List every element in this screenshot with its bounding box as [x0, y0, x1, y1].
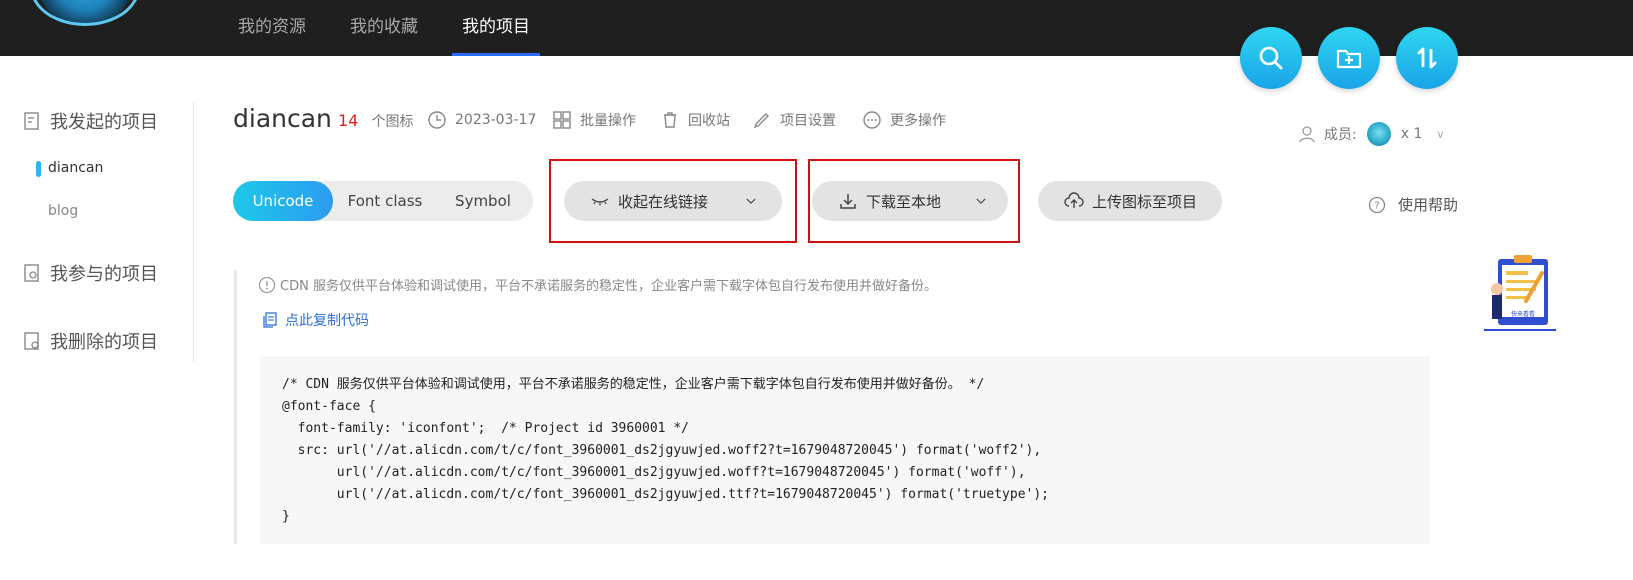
download-local-label: 下载至本地: [866, 192, 942, 211]
member-avatar: [1366, 122, 1391, 146]
chevron-down-icon: [976, 198, 986, 204]
help-link[interactable]: ? 使用帮助: [1368, 194, 1458, 215]
icon-count: 14 个图标: [338, 111, 413, 131]
svg-text:?: ?: [1374, 200, 1379, 211]
document-search-icon: [24, 264, 39, 282]
css-code-block[interactable]: /* CDN 服务仅供平台体验和调试使用，平台不承诺服务的稳定性，企业客户需下载…: [260, 356, 1430, 544]
project-title: diancan: [233, 104, 332, 133]
format-segmented-control: Unicode Font class Symbol: [233, 181, 533, 221]
document-edit-icon: [24, 112, 39, 130]
tab-my-projects[interactable]: 我的项目: [452, 0, 540, 56]
tab-my-resources[interactable]: 我的资源: [228, 0, 316, 56]
grid-icon: [553, 111, 571, 129]
icon-count-value: 14: [338, 111, 359, 130]
more-dots-icon: [863, 111, 881, 129]
top-navbar: 我的资源 我的收藏 我的项目: [0, 0, 1633, 56]
recycle-bin-label: 回收站: [688, 113, 730, 129]
search-button[interactable]: [1240, 27, 1302, 89]
sidebar-initiated-label: 我发起的项目: [50, 112, 158, 133]
clock-icon: [428, 111, 446, 129]
sidebar-item-diancan[interactable]: diancan: [48, 160, 103, 176]
active-project-marker: [36, 161, 41, 177]
notice-divider: [234, 270, 237, 544]
pencil-icon: [753, 113, 769, 129]
sidebar-joined-label: 我参与的项目: [50, 264, 158, 285]
upload-icon-button[interactable]: 上传图标至项目: [1038, 181, 1222, 221]
tab-unicode[interactable]: Unicode: [233, 181, 333, 221]
sidebar-joined-projects[interactable]: 我参与的项目: [22, 260, 158, 286]
trash-icon: [664, 112, 676, 128]
icon-count-unit: 个图标: [371, 114, 414, 130]
question-icon: ?: [1368, 196, 1386, 213]
search-icon: [1259, 46, 1283, 70]
collapse-online-link-label: 收起在线链接: [618, 192, 709, 211]
add-folder-icon: [1336, 49, 1362, 69]
batch-operation-button[interactable]: 批量操作: [552, 110, 636, 130]
document-delete-icon: [24, 332, 39, 350]
cloud-upload-icon: [1064, 192, 1084, 208]
illustration-caption: 快来看看: [1510, 311, 1535, 318]
collapse-online-link-button[interactable]: 收起在线链接: [564, 181, 782, 221]
copy-code-label: 点此复制代码: [285, 313, 369, 329]
more-actions-label: 更多操作: [890, 113, 946, 129]
members-label: 成员:: [1324, 127, 1357, 143]
sidebar-item-blog[interactable]: blog: [48, 203, 78, 219]
user-icon: [1299, 126, 1315, 143]
sort-button[interactable]: [1396, 27, 1458, 89]
copy-icon: [263, 312, 277, 328]
project-settings-label: 项目设置: [780, 113, 836, 129]
created-date: 2023-03-17: [427, 110, 536, 130]
batch-operation-label: 批量操作: [580, 113, 636, 129]
logo[interactable]: [30, 0, 140, 26]
clipboard-illustration-icon: [1484, 255, 1556, 331]
info-icon: [258, 276, 276, 293]
guide-illustration[interactable]: 快来看看: [1484, 255, 1556, 333]
sidebar-deleted-projects[interactable]: 我删除的项目: [22, 328, 158, 354]
chevron-down-icon: ∨: [1436, 127, 1445, 141]
add-folder-button[interactable]: [1318, 27, 1380, 89]
copy-code-link[interactable]: 点此复制代码: [261, 310, 369, 330]
tab-my-favorites[interactable]: 我的收藏: [340, 0, 428, 56]
more-actions-button[interactable]: 更多操作: [862, 110, 946, 130]
closed-eye-icon: [591, 198, 609, 206]
recycle-bin-button[interactable]: 回收站: [660, 110, 730, 130]
members-info[interactable]: 成员: x 1 ∨: [1298, 122, 1444, 146]
sidebar: 我发起的项目 diancan blog 我参与的项目 我删除的项目: [0, 102, 194, 362]
members-count: x 1: [1400, 126, 1423, 142]
sidebar-initiated-projects[interactable]: 我发起的项目: [22, 108, 158, 134]
cdn-notice-text: CDN 服务仅供平台体验和调试使用，平台不承诺服务的稳定性，企业客户需下载字体包…: [280, 279, 937, 294]
upload-icon-label: 上传图标至项目: [1092, 192, 1198, 211]
sidebar-deleted-label: 我删除的项目: [50, 332, 158, 353]
download-local-button[interactable]: 下载至本地: [812, 181, 1008, 221]
cdn-notice: CDN 服务仅供平台体验和调试使用，平台不承诺服务的稳定性，企业客户需下载字体包…: [258, 275, 937, 294]
help-label: 使用帮助: [1398, 196, 1459, 214]
top-nav-tabs: 我的资源 我的收藏 我的项目: [228, 0, 564, 56]
download-icon: [840, 194, 856, 209]
tab-symbol[interactable]: Symbol: [436, 181, 530, 221]
created-date-text: 2023-03-17: [455, 112, 537, 128]
project-settings-button[interactable]: 项目设置: [752, 110, 836, 130]
sort-icon: [1417, 47, 1437, 69]
chevron-down-icon: [746, 198, 756, 204]
tab-font-class[interactable]: Font class: [335, 181, 435, 221]
